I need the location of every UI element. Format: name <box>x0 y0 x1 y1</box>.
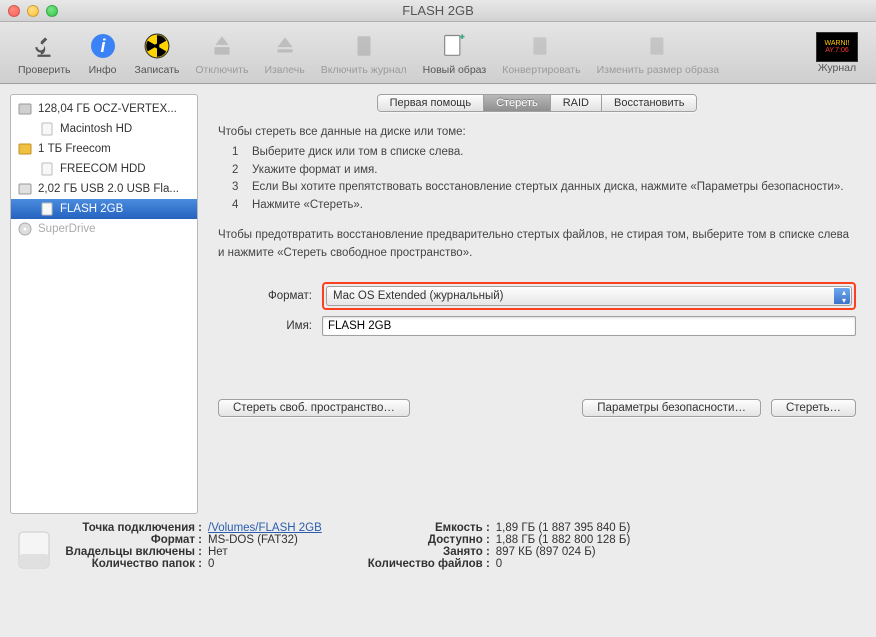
unmount-icon <box>206 30 238 62</box>
chevron-updown-icon: ▴▾ <box>842 289 846 305</box>
sidebar-item[interactable]: FREECOM HDD <box>11 159 197 179</box>
warning-badge-icon: WARNI!AY.7:06 <box>816 32 858 62</box>
toolbar-new-image[interactable]: Новый образ <box>415 28 495 78</box>
name-label: Имя: <box>218 320 312 332</box>
convert-icon <box>525 30 557 62</box>
instructions: Чтобы стереть все данные на диске или то… <box>208 124 866 279</box>
volume-icon <box>16 522 62 572</box>
instruction-step: 3Если Вы хотите препятствовать восстанов… <box>232 179 856 197</box>
new-image-icon <box>438 30 470 62</box>
sidebar-item[interactable]: Macintosh HD <box>11 119 197 139</box>
window-title: FLASH 2GB <box>0 3 876 18</box>
tab-RAID[interactable]: RAID <box>551 95 602 111</box>
instruction-step: 4Нажмите «Стереть». <box>232 197 856 215</box>
drive-icon <box>17 221 33 237</box>
toolbar-convert[interactable]: Конвертировать <box>494 28 588 78</box>
name-input[interactable] <box>322 316 856 336</box>
toolbar-unmount[interactable]: Отключить <box>187 28 256 78</box>
toolbar-resize-image[interactable]: Изменить размер образа <box>589 28 728 78</box>
radiation-icon <box>141 30 173 62</box>
format-row: Формат: Mac OS Extended (журнальный) ▴▾ <box>208 282 866 310</box>
journal-icon <box>348 30 380 62</box>
sidebar-item[interactable]: 128,04 ГБ OCZ-VERTEX... <box>11 99 197 119</box>
drive-icon <box>39 201 55 217</box>
toolbar-verify[interactable]: Проверить <box>10 28 79 78</box>
format-label: Формат: <box>218 290 312 302</box>
security-options-button[interactable]: Параметры безопасности… <box>582 399 761 417</box>
drive-icon <box>39 161 55 177</box>
titlebar: FLASH 2GB <box>0 0 876 22</box>
tab-segment: Первая помощьСтеретьRAIDВосстановить <box>208 94 866 112</box>
microscope-icon <box>28 30 60 62</box>
sidebar-item[interactable]: 2,02 ГБ USB 2.0 USB Fla... <box>11 179 197 199</box>
tab-Стереть[interactable]: Стереть <box>484 95 551 111</box>
content-panel: Первая помощьСтеретьRAIDВосстановить Что… <box>208 94 866 514</box>
toolbar-eject[interactable]: Извлечь <box>256 28 312 78</box>
drive-icon <box>17 141 33 157</box>
instruction-step: 1Выберите диск или том в списке слева. <box>232 144 856 162</box>
info-icon: i <box>87 30 119 62</box>
resize-icon <box>642 30 674 62</box>
erase-free-space-button[interactable]: Стереть своб. пространство… <box>218 399 410 417</box>
format-select[interactable]: Mac OS Extended (журнальный) ▴▾ <box>326 286 852 306</box>
instruction-step: 2Укажите формат и имя. <box>232 162 856 180</box>
drive-icon <box>39 121 55 137</box>
tab-Восстановить[interactable]: Восстановить <box>602 95 696 111</box>
drive-icon <box>17 101 33 117</box>
toolbar-enable-journal[interactable]: Включить журнал <box>313 28 415 78</box>
drive-icon <box>17 181 33 197</box>
mount-point-link[interactable]: /Volumes/FLASH 2GB <box>208 522 322 534</box>
name-row: Имя: <box>208 316 866 336</box>
sidebar-item[interactable]: SuperDrive <box>11 219 197 239</box>
erase-button[interactable]: Стереть… <box>771 399 856 417</box>
footer-info: Точка подключения :/Volumes/FLASH 2GB Фо… <box>0 514 876 580</box>
device-sidebar: 128,04 ГБ OCZ-VERTEX...Macintosh HD1 ТБ … <box>10 94 198 514</box>
eject-icon <box>269 30 301 62</box>
sidebar-item[interactable]: FLASH 2GB <box>11 199 197 219</box>
toolbar-log[interactable]: WARNI!AY.7:06 Журнал <box>808 30 866 76</box>
tab-Первая помощь[interactable]: Первая помощь <box>378 95 485 111</box>
toolbar-burn[interactable]: Записать <box>127 28 188 78</box>
toolbar-info[interactable]: i Инфо <box>79 28 127 78</box>
sidebar-item[interactable]: 1 ТБ Freecom <box>11 139 197 159</box>
toolbar: Проверить i Инфо Записать Отключить Извл… <box>0 22 876 84</box>
